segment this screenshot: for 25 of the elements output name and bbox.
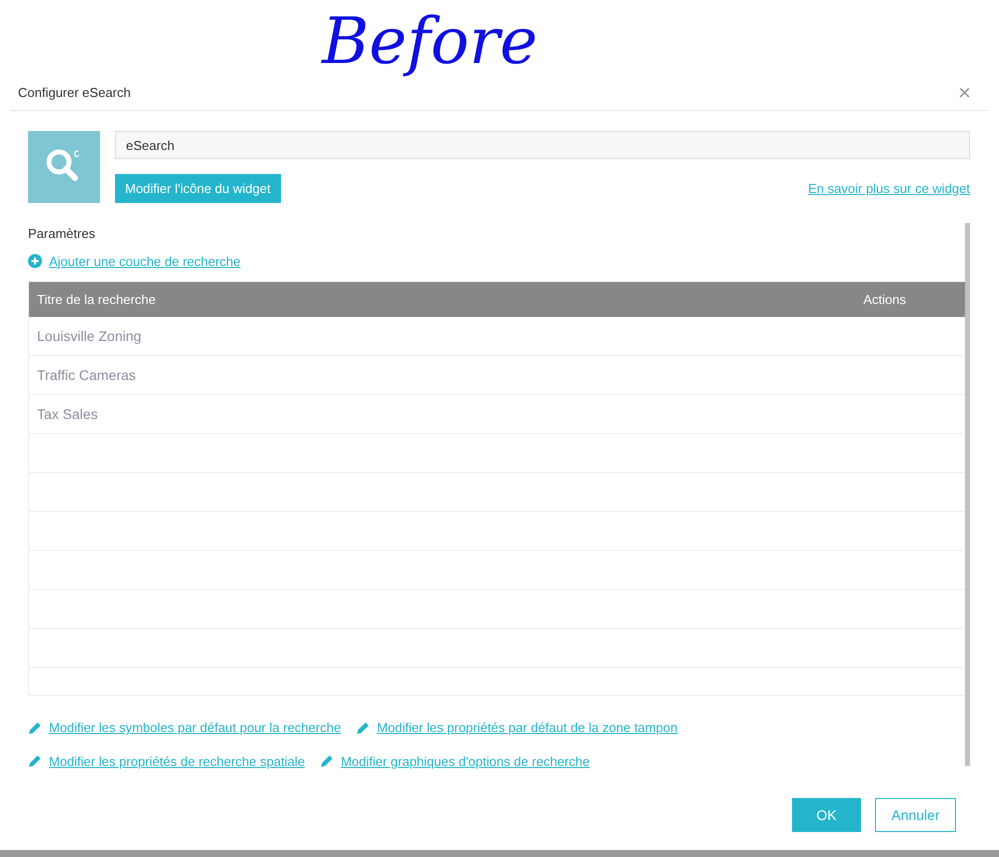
pencil-icon: [28, 720, 42, 735]
add-layer-link[interactable]: Ajouter une couche de recherche: [49, 252, 241, 271]
section-heading: Paramètres: [28, 225, 96, 243]
widget-name-field[interactable]: eSearch: [115, 131, 970, 159]
edit-link[interactable]: Modifier les symboles par défaut pour la recherche: [49, 718, 341, 738]
table-cell-text: Louisville Zoning: [37, 326, 142, 346]
column-header: Titre de la recherche: [37, 290, 156, 309]
widget-icon: [28, 131, 100, 203]
learn-more-link[interactable]: En savoir plus sur ce widget: [808, 178, 970, 198]
pencil-icon: [356, 720, 370, 735]
change-icon-button[interactable]: Modifier l'icône du widget: [115, 174, 281, 203]
close-button[interactable]: ×: [958, 82, 971, 104]
handwritten-annotation: Before: [322, 4, 538, 81]
edit-link[interactable]: Modifier les propriétés par défaut de la zone tampon: [376, 718, 678, 738]
column-header: Actions: [863, 290, 906, 309]
pencil-icon: [320, 754, 334, 768]
add-icon: [28, 254, 42, 268]
pencil-icon: [28, 754, 42, 768]
edit-link[interactable]: Modifier les propriétés de recherche spatiale: [49, 752, 305, 771]
table-cell-text: Tax Sales: [37, 404, 98, 424]
table-cell-text: Traffic Cameras: [37, 366, 136, 384]
cancel-button[interactable]: Annuler: [875, 798, 956, 832]
ok-button[interactable]: OK: [792, 798, 861, 832]
edit-link[interactable]: Modifier graphiques d'options de recherche: [340, 752, 590, 771]
dialog-title: Configurer eSearch: [18, 84, 131, 102]
